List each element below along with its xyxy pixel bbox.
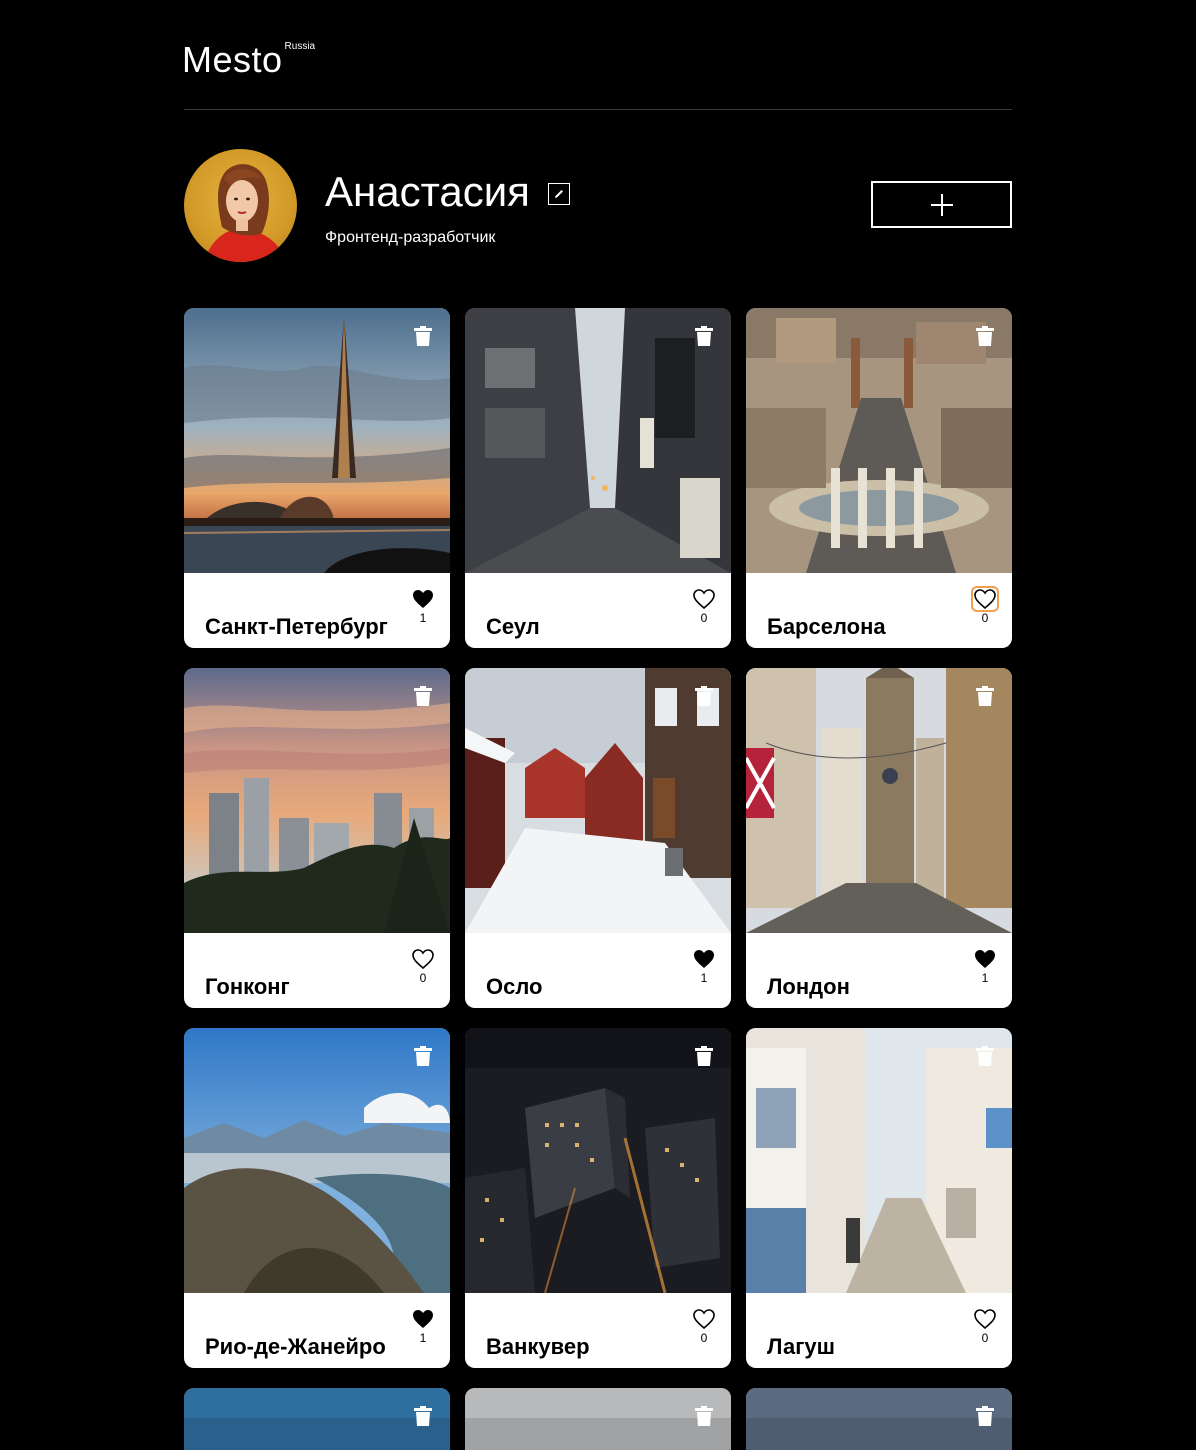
card-image[interactable] [184, 668, 450, 933]
trash-icon[interactable] [976, 1046, 994, 1066]
like-count: 0 [700, 1331, 708, 1345]
card-image[interactable] [184, 1028, 450, 1293]
like-group: 0 [971, 586, 999, 625]
place-card [465, 1388, 731, 1450]
like-group: 0 [411, 949, 435, 985]
heart-outline-icon[interactable] [693, 1309, 715, 1329]
plus-icon [930, 193, 953, 216]
place-card: Лагуш 0 [746, 1028, 1012, 1368]
place-card: Рио-де-Жанейро 1 [184, 1028, 450, 1368]
card-title: Барселона [767, 614, 886, 640]
card-title: Рио-де-Жанейро [205, 1334, 386, 1360]
card-image[interactable] [746, 1028, 1012, 1293]
places-grid: Санкт-Петербург 1 Сеул 0 Барселона 0 Гон… [184, 308, 1012, 1450]
logo-superscript: Russia [284, 41, 316, 52]
like-count: 0 [981, 611, 989, 625]
avatar[interactable] [184, 149, 297, 262]
card-footer: Лондон 1 [746, 933, 1012, 1008]
place-card: Гонконг 0 [184, 668, 450, 1008]
card-footer: Барселона 0 [746, 573, 1012, 648]
like-count: 1 [981, 971, 989, 985]
card-title: Санкт-Петербург [205, 614, 388, 640]
profile-name: Анастасия [325, 168, 530, 215]
card-image[interactable] [746, 668, 1012, 933]
like-group: 1 [411, 589, 435, 625]
like-count: 1 [700, 971, 708, 985]
heart-outline-icon[interactable] [693, 589, 715, 609]
page: Mesto Russia Анастасия Фронтенд-разработ… [182, 0, 1012, 1450]
card-image[interactable] [465, 308, 731, 573]
trash-icon[interactable] [976, 326, 994, 346]
card-footer: Сеул 0 [465, 573, 731, 648]
like-count: 1 [419, 611, 427, 625]
card-title: Гонконг [205, 974, 290, 1000]
card-title: Сеул [486, 614, 540, 640]
edit-profile-button[interactable] [547, 183, 570, 205]
like-group: 1 [411, 1309, 435, 1345]
add-place-button[interactable] [871, 181, 1012, 228]
card-footer: Лагуш 0 [746, 1293, 1012, 1368]
card-footer: Осло 1 [465, 933, 731, 1008]
card-image[interactable] [746, 308, 1012, 573]
card-image[interactable] [184, 1388, 450, 1450]
card-image[interactable] [746, 1388, 1012, 1450]
like-count: 0 [419, 971, 427, 985]
trash-icon[interactable] [414, 1046, 432, 1066]
like-group: 1 [692, 949, 716, 985]
place-card: Осло 1 [465, 668, 731, 1008]
trash-icon[interactable] [414, 1406, 432, 1426]
card-footer: Санкт-Петербург 1 [184, 573, 450, 648]
place-card: Санкт-Петербург 1 [184, 308, 450, 648]
place-card: Лондон 1 [746, 668, 1012, 1008]
card-image[interactable] [465, 668, 731, 933]
place-card: Сеул 0 [465, 308, 731, 648]
card-footer: Рио-де-Жанейро 1 [184, 1293, 450, 1368]
heart-filled-icon[interactable] [974, 949, 996, 969]
place-card [184, 1388, 450, 1450]
card-title: Лагуш [767, 1334, 835, 1360]
like-count: 0 [981, 1331, 989, 1345]
card-image[interactable] [465, 1388, 731, 1450]
card-title: Осло [486, 974, 543, 1000]
card-image[interactable] [184, 308, 450, 573]
card-footer: Гонконг 0 [184, 933, 450, 1008]
avatar-portrait [204, 164, 286, 262]
logo-text: Mesto [182, 39, 283, 80]
profile: Анастасия Фронтенд-разработчик [184, 110, 1012, 307]
heart-filled-icon[interactable] [412, 589, 434, 609]
like-group: 0 [973, 1309, 997, 1345]
profile-info: Анастасия Фронтенд-разработчик [325, 168, 570, 248]
heart-filled-icon[interactable] [693, 949, 715, 969]
trash-icon[interactable] [414, 326, 432, 346]
card-title: Лондон [767, 974, 850, 1000]
place-card: Ванкувер 0 [465, 1028, 731, 1368]
trash-icon[interactable] [695, 1046, 713, 1066]
like-count: 0 [700, 611, 708, 625]
place-card [746, 1388, 1012, 1450]
logo[interactable]: Mesto Russia [182, 40, 315, 80]
card-footer: Ванкувер 0 [465, 1293, 731, 1368]
heart-outline-icon[interactable] [412, 949, 434, 969]
heart-outline-icon[interactable] [971, 586, 999, 612]
trash-icon[interactable] [695, 326, 713, 346]
profile-name-row: Анастасия [325, 168, 570, 216]
place-card: Барселона 0 [746, 308, 1012, 648]
trash-icon[interactable] [695, 686, 713, 706]
card-title: Ванкувер [486, 1334, 590, 1360]
heart-outline-icon[interactable] [974, 1309, 996, 1329]
trash-icon[interactable] [976, 686, 994, 706]
header: Mesto Russia [182, 38, 1012, 110]
profile-about: Фронтенд-разработчик [325, 229, 496, 246]
like-group: 0 [692, 589, 716, 625]
like-group: 0 [692, 1309, 716, 1345]
trash-icon[interactable] [414, 686, 432, 706]
card-image[interactable] [465, 1028, 731, 1293]
like-group: 1 [973, 949, 997, 985]
pencil-edit-icon [554, 190, 563, 198]
like-count: 1 [419, 1331, 427, 1345]
trash-icon[interactable] [695, 1406, 713, 1426]
trash-icon[interactable] [976, 1406, 994, 1426]
heart-filled-icon[interactable] [412, 1309, 434, 1329]
